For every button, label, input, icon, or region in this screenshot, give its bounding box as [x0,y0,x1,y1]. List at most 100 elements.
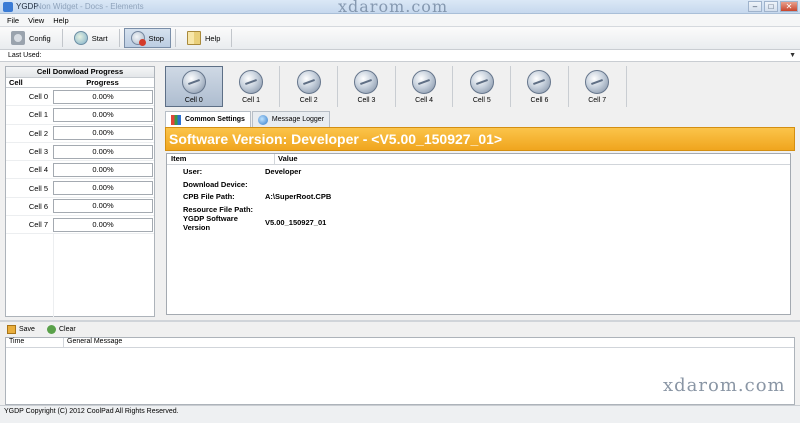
settings-info-list: Item Value User: Developer Download Devi… [166,153,791,315]
info-value: V5.00_150927_01 [265,218,327,228]
cell-name: Cell 1 [28,110,48,120]
column-item: Item [167,154,275,164]
cell-button-3[interactable]: Cell 3 [338,66,396,107]
save-label: Save [19,326,35,333]
disk-icon [296,69,321,94]
table-row: Cell 4 0.00% [6,161,154,180]
chart-icon [171,114,181,125]
cell-button-7[interactable]: Cell 7 [569,66,627,107]
cell-name: Cell 0 [28,92,48,102]
start-icon [73,31,88,45]
list-item: User: Developer [167,165,790,178]
disk-icon [469,69,494,94]
clear-label: Clear [58,326,76,333]
cell-button-label: Cell 4 [415,96,434,104]
list-item: YGDP Software Version V5.00_150927_01 [167,213,790,232]
cell-name: Cell 6 [28,201,48,211]
cell-progress-value: 0.00% [53,162,153,177]
cell-button-label: Cell 3 [357,96,376,104]
close-button[interactable]: ✕ [780,1,798,12]
disk-icon [585,69,610,94]
cell-progress-value: 0.00% [53,144,153,159]
column-general-message: General Message [67,338,123,345]
cell-button-label: Cell 7 [588,96,607,104]
config-button[interactable]: Config [4,28,58,48]
toolbar-separator [61,29,63,47]
cell-progress-value: 0.00% [53,126,153,141]
tab-message-logger[interactable]: Message Logger [251,111,331,127]
tab-strip: Common Settings Message Logger [165,111,331,127]
menu-help[interactable]: Help [53,16,68,25]
disk-icon [412,69,437,94]
info-key: YGDP Software Version [183,213,238,232]
stop-icon [130,31,146,46]
info-value: Developer [265,166,302,176]
list-item: CPB File Path: A:\SuperRoot.CPB [167,191,790,204]
cell-name: Cell 2 [28,128,48,138]
progress-panel-title: Cell Donwload Progress [6,67,154,78]
table-row: Cell 3 0.00% [6,143,154,162]
toolbar-separator [118,29,120,47]
watermark-bottom: xdarom.com [663,375,786,396]
info-value: A:\SuperRoot.CPB [265,192,332,202]
cell-button-0[interactable]: Cell 0 [165,66,223,107]
disk-icon [239,69,264,94]
cell-name: Cell 4 [28,165,48,175]
start-button[interactable]: Start [67,28,115,48]
log-header: Time General Message [6,338,794,348]
disk-icon [354,69,379,94]
list-item: Download Device: [167,178,790,191]
panel-splitter[interactable] [0,320,800,322]
cell-selector-bar: Cell 0 Cell 1 Cell 2 Cell 3 Cell 4 Cell … [165,66,795,107]
cell-progress-value: 0.00% [53,107,153,122]
info-key: User: [183,166,203,176]
stop-button[interactable]: Stop [123,28,171,48]
tab-label: Message Logger [271,116,325,123]
cell-button-2[interactable]: Cell 2 [280,66,339,107]
clear-button[interactable]: Clear [45,325,78,334]
config-label: Config [29,33,51,43]
gear-icon [11,31,25,45]
cell-progress-value: 0.00% [53,217,153,232]
cell-button-label: Cell 5 [472,96,491,104]
info-list-header: Item Value [167,154,790,165]
chevron-down-icon[interactable]: ▼ [789,52,796,59]
minimize-button[interactable]: – [748,1,762,12]
help-label: Help [204,33,221,43]
cell-button-1[interactable]: Cell 1 [223,66,281,107]
toolbar-separator [174,29,176,47]
info-key: CPB File Path: [183,192,235,202]
disk-icon [181,69,206,94]
progress-table-header: Cell Progress [6,78,154,88]
last-used-combo[interactable]: Last Used: ▼ [0,50,800,62]
column-cell: Cell [9,78,23,87]
cell-button-5[interactable]: Cell 5 [453,66,512,107]
table-row: Cell 5 0.00% [6,179,154,198]
tab-common-settings[interactable]: Common Settings [165,111,251,127]
info-key: Download Device: [183,179,248,189]
cell-button-label: Cell 0 [184,96,203,104]
menu-file[interactable]: File [7,16,19,25]
software-version-banner: Software Version: Developer - <V5.00_150… [165,127,795,151]
disk-icon [527,69,552,94]
app-icon [3,2,13,12]
window-controls: – □ ✕ [748,1,798,12]
table-row: Cell 7 0.00% [6,216,154,235]
toolbar: Config Start Stop Help [0,26,800,50]
clear-icon [46,325,56,334]
status-bar: YGDP Copyright (C) 2012 CoolPad All Righ… [0,405,800,423]
column-value: Value [278,154,298,163]
globe-icon [257,114,268,125]
cell-button-4[interactable]: Cell 4 [396,66,454,107]
cell-progress-panel: Cell Donwload Progress Cell Progress Cel… [5,66,155,327]
cell-button-label: Cell 1 [242,96,260,104]
cell-name: Cell 7 [28,220,48,230]
cell-button-6[interactable]: Cell 6 [511,66,569,107]
save-button[interactable]: Save [5,325,37,334]
maximize-button[interactable]: □ [764,1,778,12]
menu-view[interactable]: View [28,16,44,25]
toolbar-separator [231,29,233,47]
menu-bar: File View Help [0,14,800,26]
help-button[interactable]: Help [180,28,227,48]
table-row: Cell 6 0.00% [6,198,154,217]
